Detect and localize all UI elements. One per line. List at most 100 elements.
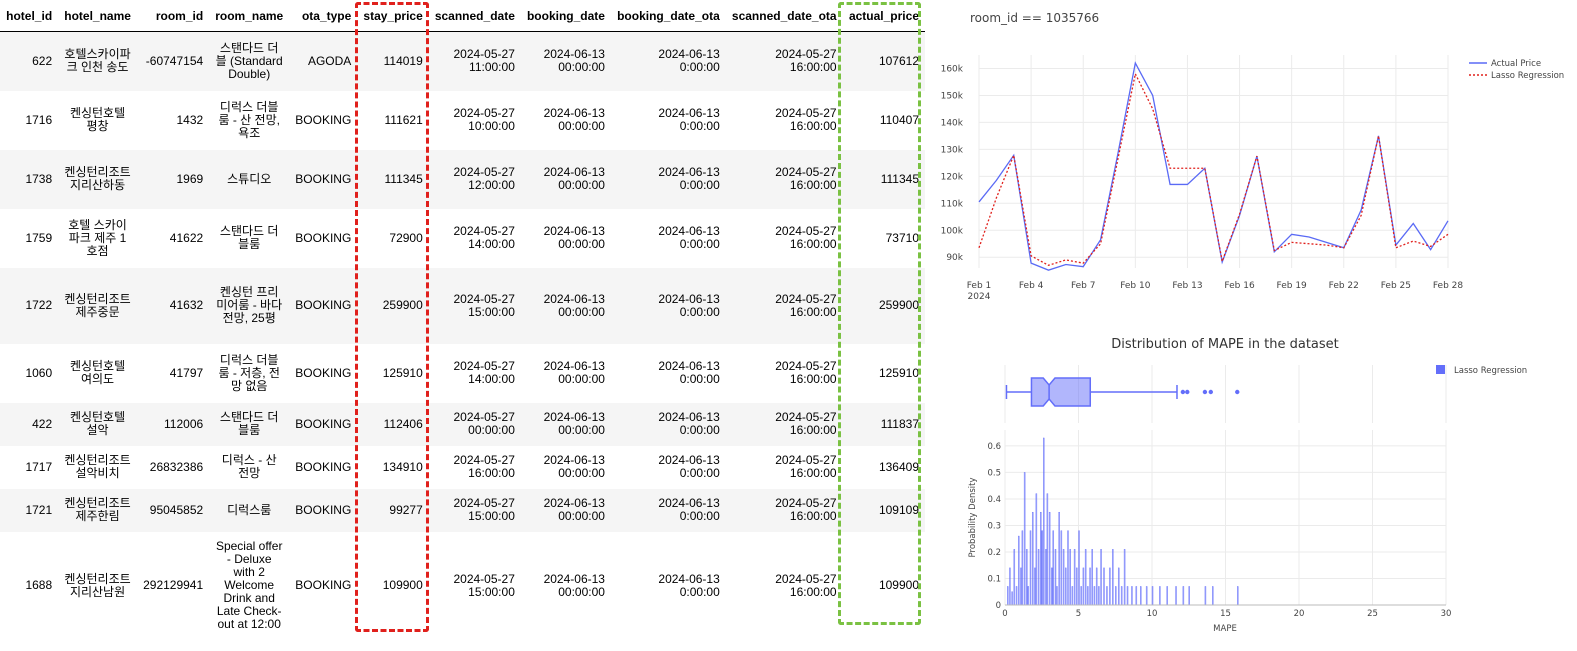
x-tick-label: Feb 22 [1329, 281, 1359, 291]
histogram-bar [1071, 586, 1074, 606]
cell-booking-date: 2024-06-13 00:00:00 [543, 359, 605, 386]
cell-booking-date: 2024-06-13 00:00:00 [520, 488, 611, 532]
cell-stay-price: 259900 [357, 267, 429, 344]
histogram-bar [1013, 549, 1016, 606]
cell-ota-type: BOOKING [295, 365, 352, 380]
histogram-bar [1089, 567, 1091, 606]
cell-stay-price: 134910 [382, 459, 423, 474]
box-body [1030, 377, 1092, 407]
cell-stay-price: 109900 [382, 578, 423, 592]
x-tick-label: 10 [1147, 609, 1158, 619]
histogram-bar [1131, 586, 1133, 606]
histogram-bar [1082, 567, 1085, 606]
cell-scanned-date-ota: 2024-05-27 16:00:00 [725, 149, 843, 209]
cell-scanned-date-ota: 2024-05-27 16:00:00 [725, 402, 843, 446]
cell-room-name: 스튜디오 [209, 149, 290, 209]
histogram-bar [1027, 586, 1030, 606]
cell-hotel-id: 1738 [0, 149, 59, 209]
histogram-bar [1058, 511, 1060, 606]
cell-booking-date: 2024-06-13 00:00:00 [543, 453, 605, 480]
cell-booking-date: 2024-06-13 00:00:00 [520, 402, 611, 446]
cell-hotel-name: 켄싱턴리조트 제주한림 [58, 488, 137, 532]
cell-room-id: 1969 [136, 149, 210, 209]
histogram-bar [1026, 549, 1028, 606]
cell-booking-date-ota: 2024-06-13 0:00:00 [658, 359, 720, 386]
cell-hotel-id: 1759 [25, 230, 53, 245]
y-tick-label: 100k [941, 226, 964, 236]
cell-booking-date: 2024-06-13 00:00:00 [543, 571, 605, 599]
cell-booking-date-ota: 2024-06-13 0:00:00 [610, 488, 726, 532]
cell-hotel-name: 호텔스카이파크 인천 송도 [58, 31, 137, 91]
histogram-bar [1009, 567, 1011, 606]
column-header-booking-date-ota: booking_date_ota [610, 0, 726, 32]
cell-room-id: 292129941 [143, 578, 204, 592]
histogram-bar [1037, 549, 1040, 606]
histogram-bar [1123, 549, 1126, 606]
cell-stay-price: 111345 [357, 149, 429, 209]
cell-actual-price: 109109 [842, 488, 925, 532]
cell-ota-type: BOOKING [289, 488, 358, 532]
histogram-bar [1041, 530, 1043, 606]
y-tick-label: 0.3 [987, 521, 1001, 531]
cell-actual-price: 136409 [878, 459, 919, 474]
histogram-bar [1109, 567, 1111, 606]
x-tick-label: Feb 13 [1172, 281, 1202, 291]
histogram-bar [1126, 586, 1129, 606]
cell-actual-price: 111837 [842, 402, 925, 446]
histogram-bar [1112, 549, 1114, 606]
histogram-bar [1204, 586, 1207, 606]
cell-ota-type: BOOKING [295, 459, 352, 474]
cell-stay-price: 72900 [389, 230, 423, 245]
cell-booking-date: 2024-06-13 00:00:00 [520, 149, 611, 209]
cell-hotel-id: 422 [0, 402, 59, 446]
cell-scanned-date-ota: 2024-05-27 16:00:00 [775, 106, 837, 133]
histogram-bar [1140, 586, 1142, 606]
y-tick-label: 160k [941, 64, 964, 74]
cell-room-id: -60747154 [136, 31, 210, 91]
histogram-bar [1067, 530, 1069, 606]
box-outlier-point [1180, 389, 1186, 395]
y-tick-label: 120k [941, 172, 964, 182]
histogram-bar [1056, 586, 1058, 606]
cell-room-name: 디럭스룸 [209, 488, 290, 532]
cell-room-name: Special offer - Deluxe with 2 Welcome Dr… [215, 539, 283, 631]
cell-booking-date-ota: 2024-06-13 0:00:00 [610, 402, 726, 446]
cell-room-id: 41622 [169, 230, 204, 245]
table-row: 1721 켄싱턴리조트 제주한림 95045852 디럭스룸 BOOKING 99277 2… [0, 488, 925, 532]
series-line-actual-price [978, 61, 1449, 271]
histogram-bar [1182, 586, 1185, 606]
cell-booking-date-ota: 2024-06-13 0:00:00 [610, 31, 726, 91]
cell-room-name: 디럭스 더블룸 - 저층, 전망 없음 [218, 352, 280, 393]
x-tick-label: Feb 10 [1120, 281, 1151, 291]
cell-booking-date-ota: 2024-06-13 0:00:00 [610, 149, 726, 209]
histogram-bar [1100, 549, 1102, 606]
cell-booking-date: 2024-06-13 00:00:00 [520, 267, 611, 344]
histogram-bar [1060, 530, 1063, 606]
table-body: 622 호텔스카이파크 인천 송도 -60747154 스탠다드 더블 (Standa… [0, 31, 925, 640]
table-row: 1738 켄싱턴리조트 지리산하동 1969 스튜디오 BOOKING 111345 202… [0, 149, 925, 209]
cell-scanned-date-ota: 2024-05-27 16:00:00 [775, 224, 837, 251]
cell-booking-date: 2024-06-13 00:00:00 [543, 224, 605, 251]
cell-ota-type: BOOKING [295, 112, 352, 127]
cell-ota-type: BOOKING [289, 267, 358, 344]
chart-title: room_id == 1035766 [970, 11, 1099, 25]
histogram-bar [1046, 493, 1049, 606]
data-table: hotel_id hotel_name room_id room_name ota_ty… [0, 0, 925, 640]
histogram-bar [1212, 586, 1214, 606]
histogram-bar [1023, 472, 1026, 606]
cell-scanned-date-ota: 2024-05-27 16:00:00 [725, 488, 843, 532]
histogram-bar [1091, 549, 1093, 606]
histogram-bar [1073, 549, 1076, 606]
histogram-bar [1188, 586, 1190, 606]
x-tick-label: Feb 4 [1019, 281, 1044, 291]
cell-booking-date: 2024-06-13 00:00:00 [520, 31, 611, 91]
legend-label: Lasso Regression [1454, 366, 1527, 376]
cell-stay-price: 125910 [382, 365, 423, 380]
histogram-bar [1093, 586, 1096, 606]
histogram-bar [1106, 586, 1108, 606]
cell-room-name: 스탠다드 더블 (Standard Double) [209, 31, 290, 91]
cell-stay-price: 111621 [384, 112, 423, 127]
cell-hotel-name: 켄싱턴리조트 지리산하동 [58, 149, 137, 209]
chart-title: Distribution of MAPE in the dataset [1111, 337, 1339, 352]
histogram-bar [1166, 586, 1168, 606]
